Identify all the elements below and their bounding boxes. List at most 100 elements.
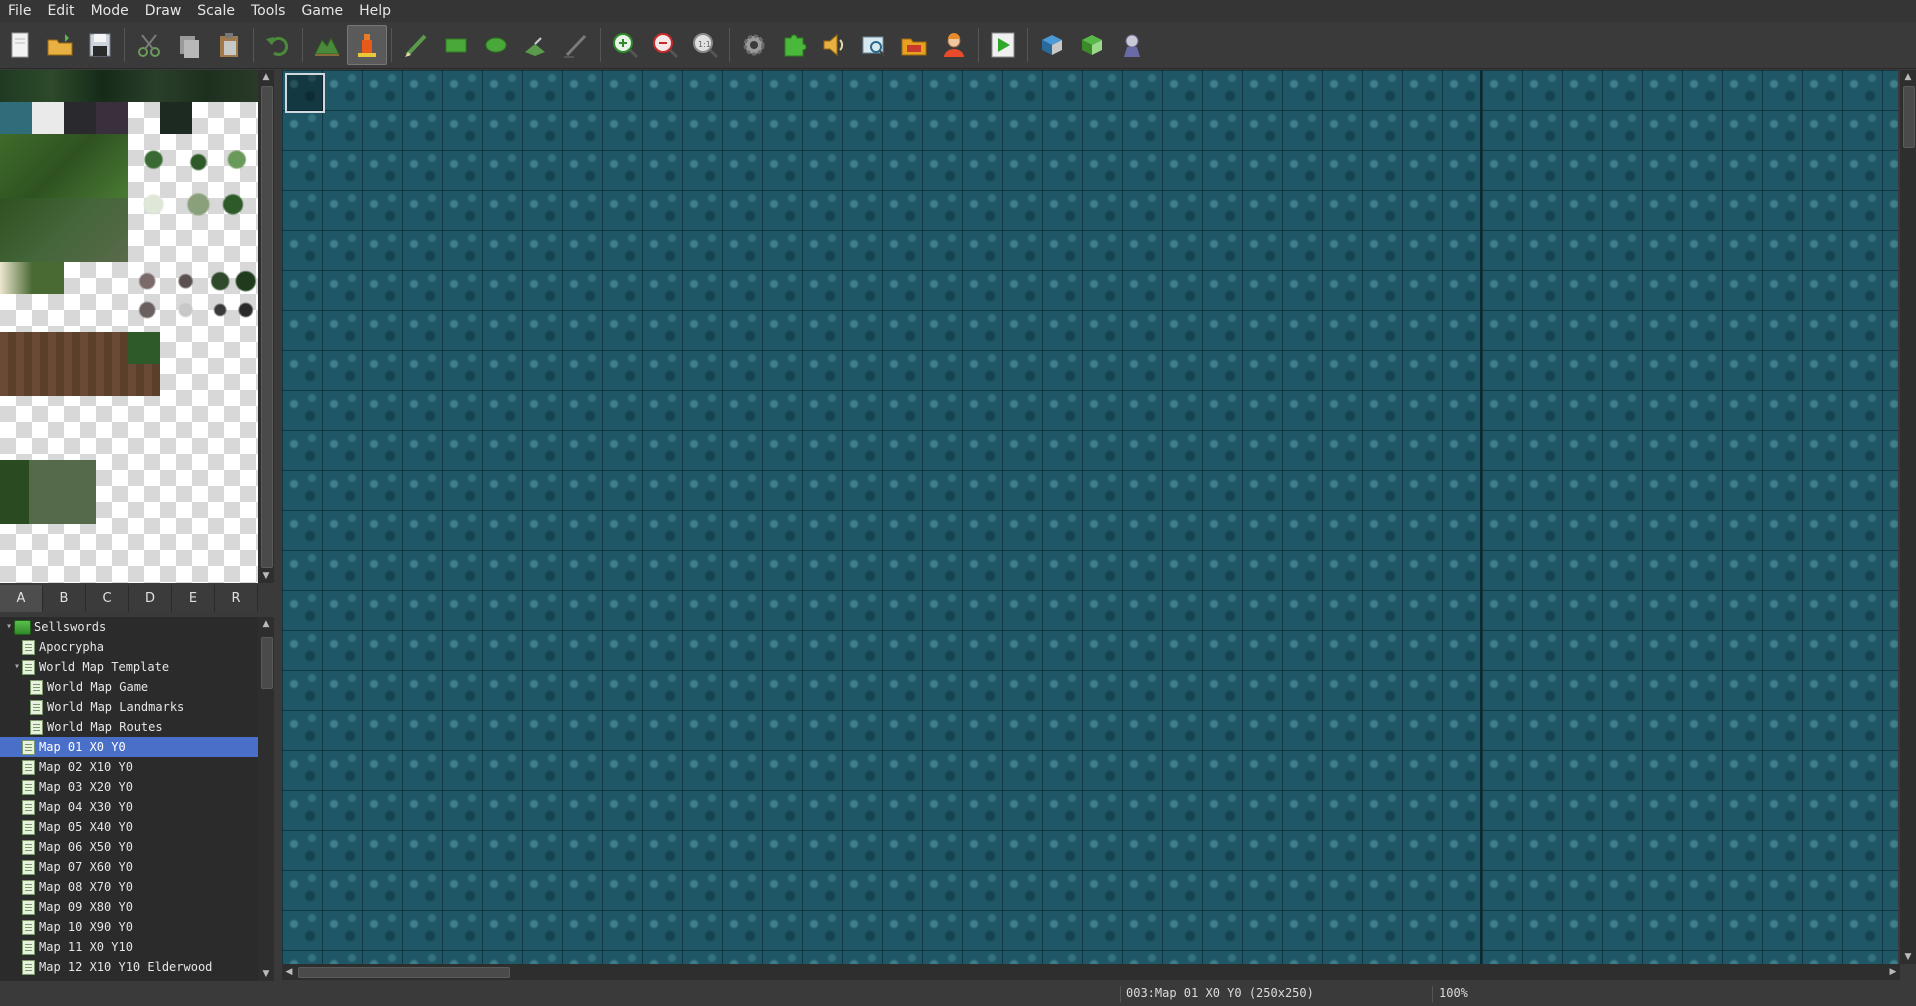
rectangle-button[interactable]	[436, 25, 476, 65]
tile-block-purple[interactable]	[96, 102, 128, 134]
scroll-left-icon[interactable]: ◀	[282, 964, 296, 980]
hero-icon-button[interactable]	[1112, 25, 1152, 65]
tileset-tab-d[interactable]: D	[129, 585, 172, 612]
map-tree-scrollbar[interactable]: ▲ ▼	[258, 617, 274, 981]
tileset-palette[interactable]	[0, 70, 258, 583]
tile-block-moss[interactable]	[0, 460, 96, 524]
scroll-thumb[interactable]	[261, 637, 273, 689]
scroll-up-icon[interactable]: ▲	[1900, 70, 1916, 84]
playtest-icon	[991, 32, 1015, 58]
ellipse-button[interactable]	[476, 25, 516, 65]
scroll-down-icon[interactable]: ▼	[258, 569, 274, 583]
tree-map-item[interactable]: Map 04 X30 Y0	[0, 797, 258, 817]
sound-test-icon	[823, 33, 844, 57]
tree-expander-icon[interactable]: ▾	[4, 617, 14, 637]
tree-map-item[interactable]: ▾ World Map Template	[0, 657, 258, 677]
event-mode-button[interactable]	[347, 25, 387, 65]
menu-edit[interactable]: Edit	[39, 0, 82, 22]
tile-block-bushes[interactable]	[128, 134, 256, 262]
tree-map-item[interactable]: Map 07 X60 Y0	[0, 857, 258, 877]
database-button[interactable]	[734, 25, 774, 65]
tree-item-label: World Map Template	[39, 660, 170, 674]
tileset-tab-a[interactable]: A	[0, 585, 43, 612]
tree-map-item[interactable]: Map 09 X80 Y0	[0, 897, 258, 917]
resource-manager-button[interactable]	[894, 25, 934, 65]
tile-block-stones[interactable]	[128, 262, 256, 326]
tile-block-grass[interactable]	[0, 134, 128, 198]
tree-map-item[interactable]: Map 05 X40 Y0	[0, 817, 258, 837]
tileset-tab-r[interactable]: R	[215, 585, 258, 612]
scroll-down-icon[interactable]: ▼	[258, 967, 274, 981]
zoom-out-button[interactable]	[645, 25, 685, 65]
tree-map-item[interactable]: Map 10 X90 Y0	[0, 917, 258, 937]
cut-button[interactable]	[129, 25, 169, 65]
tileset-tab-e[interactable]: E	[172, 585, 215, 612]
map-mode-button[interactable]	[307, 25, 347, 65]
menu-scale[interactable]: Scale	[189, 0, 243, 22]
tree-map-item[interactable]: Map 03 X20 Y0	[0, 777, 258, 797]
toolbar-separator	[391, 28, 392, 62]
map-horizontal-scrollbar[interactable]: ◀ ▶	[282, 964, 1900, 980]
open-project-button[interactable]	[40, 25, 80, 65]
scroll-down-icon[interactable]: ▼	[1900, 950, 1916, 964]
scroll-up-icon[interactable]: ▲	[258, 70, 274, 84]
menu-game[interactable]: Game	[293, 0, 351, 22]
new-project-button[interactable]	[0, 25, 40, 65]
tile-block-forest-top[interactable]	[0, 70, 258, 102]
tree-map-item[interactable]: World Map Routes	[0, 717, 258, 737]
scroll-thumb[interactable]	[298, 967, 510, 978]
new-project-icon	[11, 32, 29, 58]
tree-map-item[interactable]: Map 06 X50 Y0	[0, 837, 258, 857]
tree-map-item[interactable]: World Map Landmarks	[0, 697, 258, 717]
tile-block-grass-dark[interactable]	[0, 198, 128, 262]
scroll-thumb[interactable]	[261, 86, 273, 568]
tile-block-wood-green[interactable]	[128, 332, 160, 364]
paste-button[interactable]	[209, 25, 249, 65]
zoom-actual-size-button[interactable]: 1:1	[685, 25, 725, 65]
tileset-tab-b[interactable]: B	[43, 585, 86, 612]
pencil-button[interactable]	[396, 25, 436, 65]
menu-file[interactable]: File	[0, 0, 39, 22]
tree-expander-icon[interactable]: ▾	[12, 657, 22, 677]
undo-button[interactable]	[258, 25, 298, 65]
flood-fill-button[interactable]	[516, 25, 556, 65]
tree-map-item[interactable]: Apocrypha	[0, 637, 258, 657]
menu-draw[interactable]: Draw	[137, 0, 190, 22]
tile-block-snow[interactable]	[32, 102, 64, 134]
playtest-button[interactable]	[983, 25, 1023, 65]
plugin-manager-button[interactable]	[774, 25, 814, 65]
menu-help[interactable]: Help	[351, 0, 399, 22]
map-vertical-scrollbar[interactable]: ▲ ▼	[1900, 70, 1916, 964]
map-icon	[22, 839, 35, 855]
deployment-button[interactable]	[1032, 25, 1072, 65]
tile-block-dark[interactable]	[64, 102, 96, 134]
tree-map-item[interactable]: Map 01 X0 Y0	[0, 737, 258, 757]
tree-map-item[interactable]: Map 12 X10 Y10 Elderwood	[0, 957, 258, 977]
tile-block-sand[interactable]	[0, 262, 64, 294]
scroll-thumb[interactable]	[1903, 86, 1915, 148]
tree-map-item[interactable]: Map 11 X0 Y10	[0, 937, 258, 957]
tileset-scrollbar[interactable]: ▲ ▼	[258, 70, 274, 583]
zoom-in-button[interactable]	[605, 25, 645, 65]
tree-map-item[interactable]: Map 02 X10 Y0	[0, 757, 258, 777]
tile-block-water[interactable]	[0, 102, 32, 134]
map-canvas[interactable]	[282, 70, 1898, 964]
copy-button[interactable]	[169, 25, 209, 65]
menu-mode[interactable]: Mode	[83, 0, 137, 22]
menu-tools[interactable]: Tools	[243, 0, 294, 22]
tileset-tab-c[interactable]: C	[86, 585, 129, 612]
character-generator-button[interactable]	[934, 25, 974, 65]
map-icon	[22, 959, 35, 975]
tile-block-rock[interactable]	[160, 102, 192, 134]
shadow-pen-button[interactable]	[556, 25, 596, 65]
tree-map-item[interactable]: Map 08 X70 Y0	[0, 877, 258, 897]
save-project-button[interactable]	[80, 25, 120, 65]
tree-map-item[interactable]: World Map Game	[0, 677, 258, 697]
scroll-right-icon[interactable]: ▶	[1886, 964, 1900, 980]
tree-project-root[interactable]: ▾ Sellswords	[0, 617, 258, 637]
steam-management-button[interactable]	[1072, 25, 1112, 65]
scroll-up-icon[interactable]: ▲	[258, 617, 274, 631]
map-tree[interactable]: ▾ Sellswords Apocrypha ▾ World Map Template W…	[0, 617, 258, 981]
sound-test-button[interactable]	[814, 25, 854, 65]
event-searcher-button[interactable]	[854, 25, 894, 65]
